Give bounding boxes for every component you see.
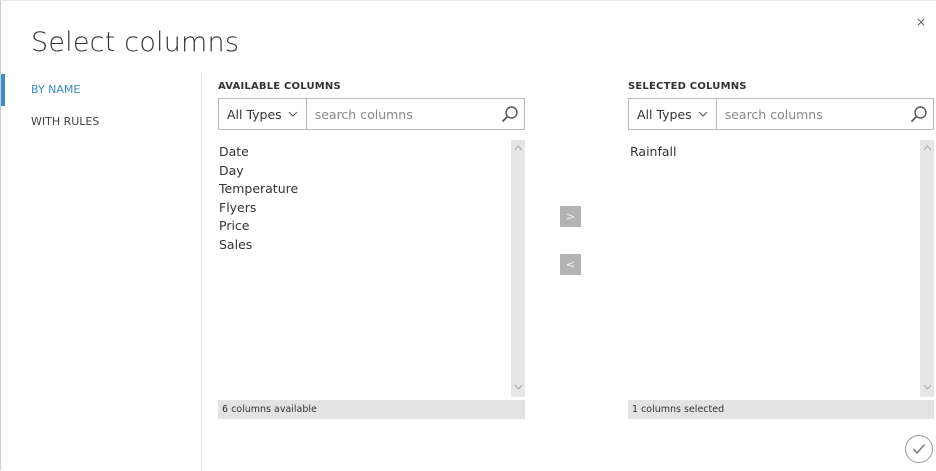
list-item[interactable]: Temperature [219, 180, 520, 199]
available-type-filter[interactable]: All Types [219, 99, 307, 129]
add-column-button[interactable]: > [560, 206, 581, 227]
available-search-bar: All Types search columns [218, 98, 525, 130]
list-item[interactable]: Price [219, 217, 520, 236]
selected-search-input[interactable]: search columns [717, 107, 905, 122]
selected-type-filter[interactable]: All Types [629, 99, 717, 129]
scroll-up-icon[interactable] [511, 142, 525, 156]
chevron-down-icon [288, 109, 298, 120]
selected-columns-list: Rainfall [625, 140, 934, 397]
type-filter-label: All Types [637, 106, 692, 122]
selected-scrollbar[interactable] [920, 140, 934, 397]
available-columns-list: Date Day Temperature Flyers Price Sales [214, 140, 525, 397]
sidebar: BY NAME WITH RULES [1, 74, 202, 471]
ok-button[interactable] [905, 435, 933, 463]
search-icon[interactable] [496, 105, 524, 123]
remove-column-button[interactable]: < [560, 254, 581, 275]
scroll-down-icon[interactable] [920, 381, 934, 395]
select-columns-dialog: Select columns × BY NAME WITH RULES AVAI… [0, 0, 936, 471]
chevron-down-icon [698, 109, 708, 120]
search-icon[interactable] [905, 105, 933, 123]
list-item[interactable]: Day [219, 162, 520, 181]
list-item[interactable]: Rainfall [630, 143, 929, 162]
available-count-bar: 6 columns available [218, 400, 525, 419]
available-search-input[interactable]: search columns [307, 107, 496, 122]
selected-count-bar: 1 columns selected [628, 400, 934, 419]
checkmark-icon [912, 440, 926, 459]
list-item[interactable]: Flyers [219, 199, 520, 218]
scroll-down-icon[interactable] [511, 381, 525, 395]
close-icon[interactable]: × [916, 15, 926, 29]
dialog-title: Select columns [31, 27, 240, 58]
type-filter-label: All Types [227, 106, 282, 122]
list-item[interactable]: Sales [219, 236, 520, 255]
available-scrollbar[interactable] [511, 140, 525, 397]
sidebar-item-by-name[interactable]: BY NAME [1, 74, 201, 106]
list-item[interactable]: Date [219, 143, 520, 162]
available-columns-label: AVAILABLE COLUMNS [218, 81, 341, 92]
selected-search-bar: All Types search columns [628, 98, 934, 130]
scroll-up-icon[interactable] [920, 142, 934, 156]
sidebar-item-with-rules[interactable]: WITH RULES [1, 106, 201, 138]
selected-columns-label: SELECTED COLUMNS [628, 81, 747, 92]
